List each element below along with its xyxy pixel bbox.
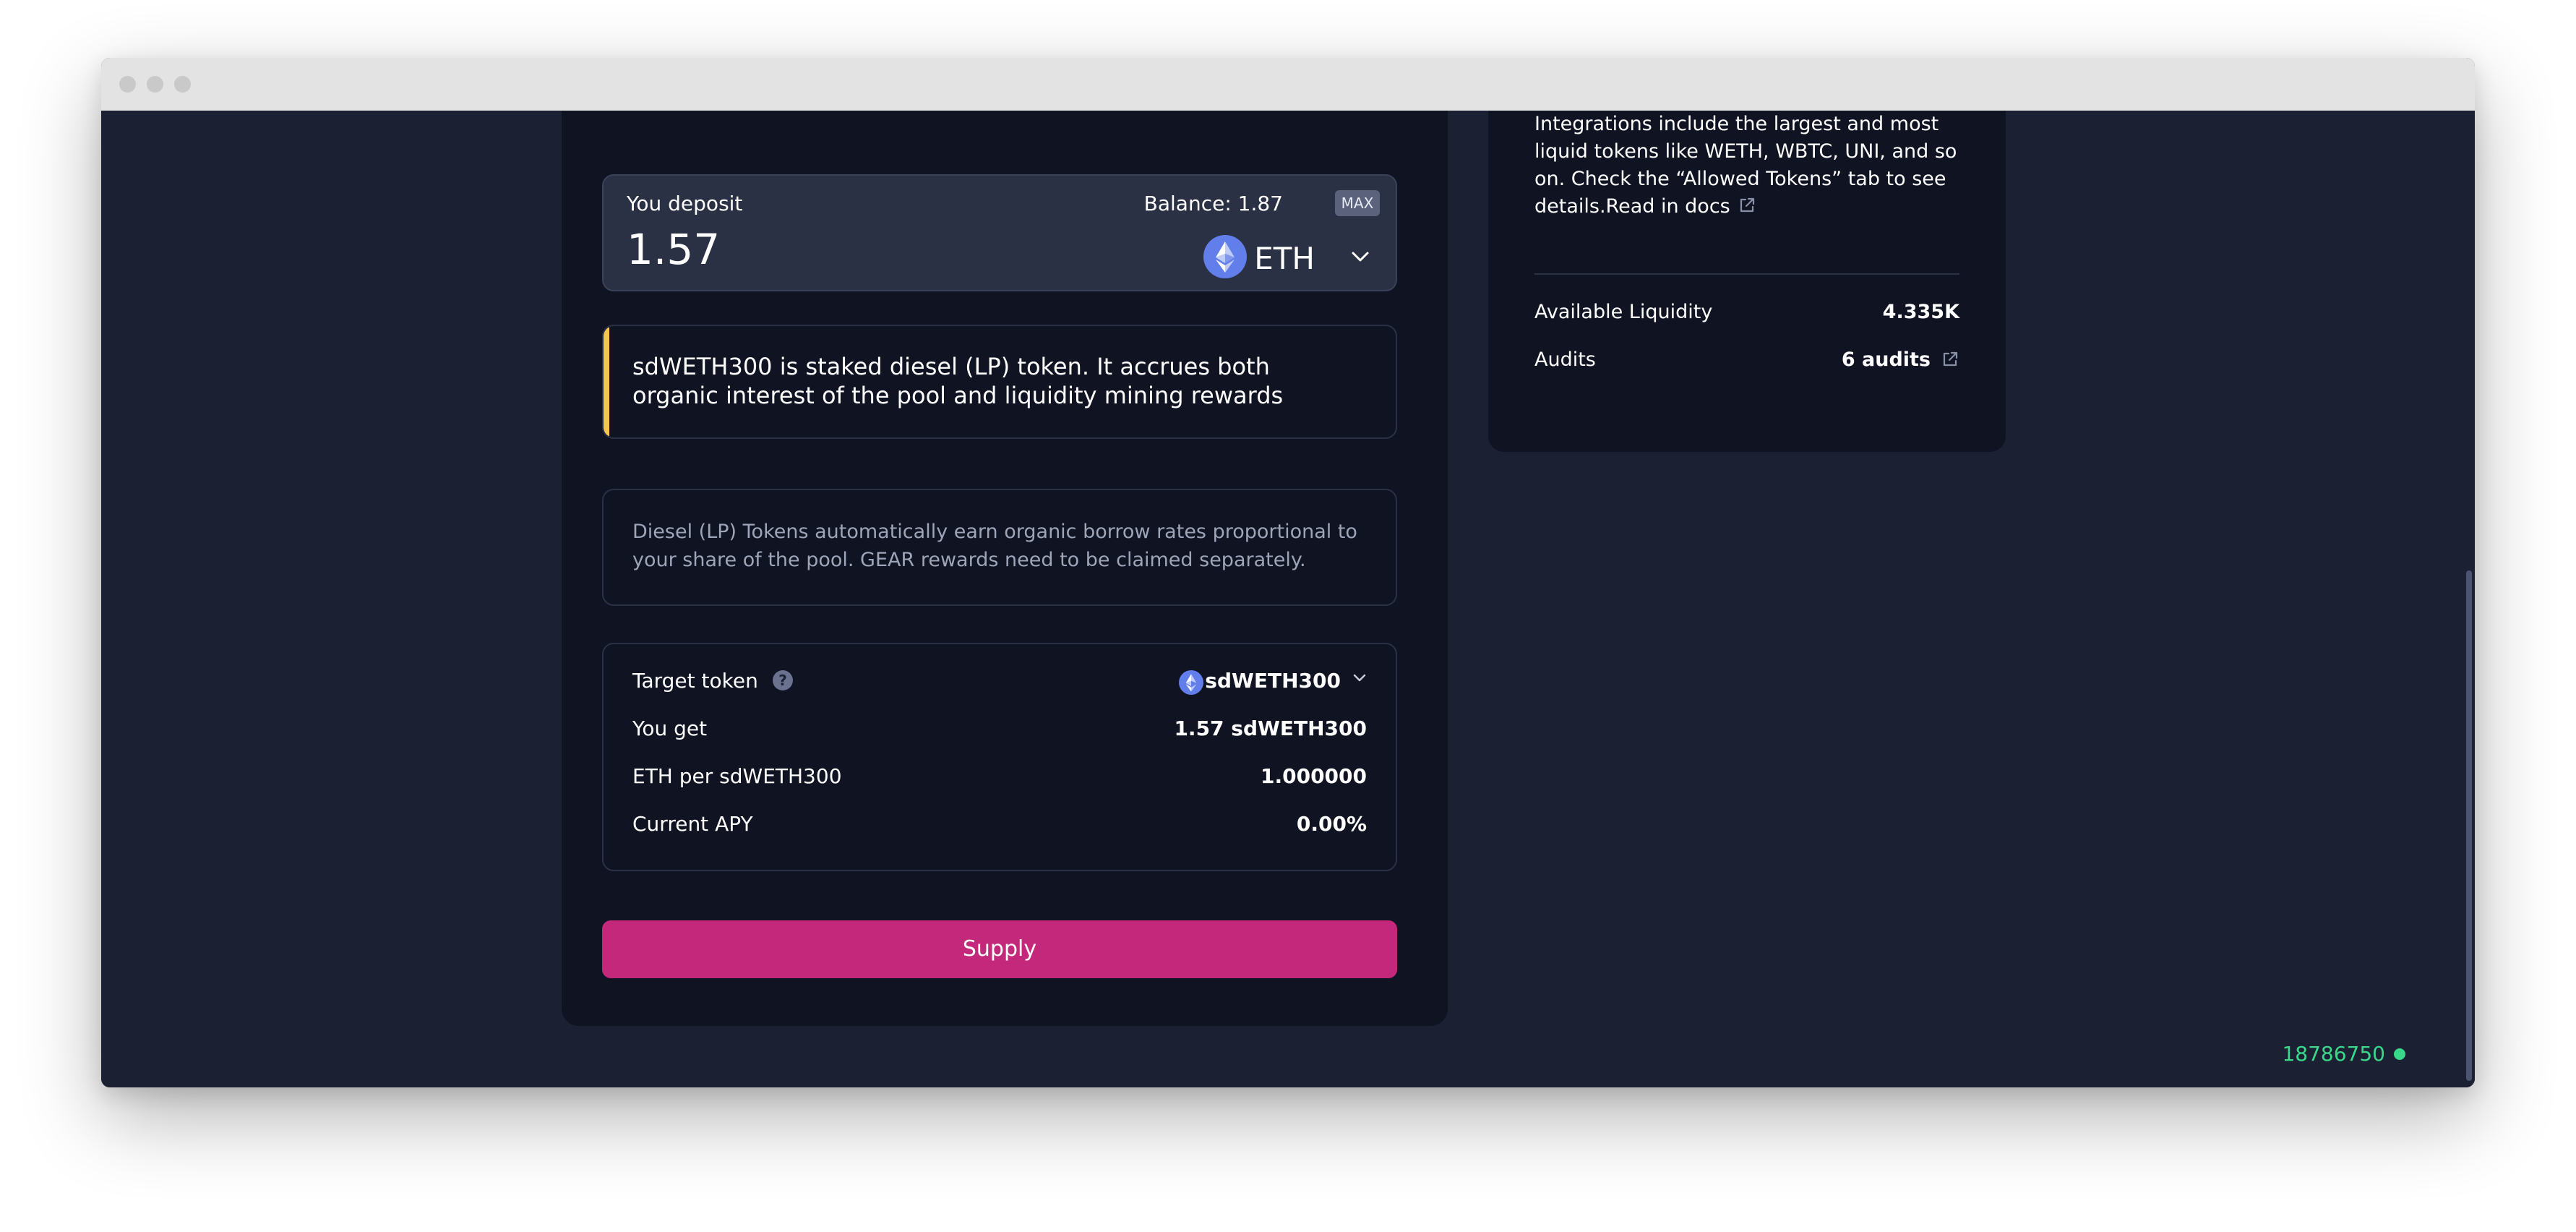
liquidity-label: Available Liquidity <box>1534 301 1713 323</box>
notice-text: sdWETH300 is staked diesel (LP) token. I… <box>632 353 1284 409</box>
supply-button[interactable]: Supply <box>602 920 1397 978</box>
target-token-row: Target token ? sdWETH300 <box>632 669 1367 698</box>
page-scrollbar[interactable] <box>2466 570 2472 1081</box>
external-link-icon[interactable] <box>1941 350 1959 369</box>
deposit-token-select[interactable]: ETH <box>1196 235 1370 280</box>
page-viewport: You deposit Balance: 1.87 MAX 1.57 ETH s… <box>101 111 2475 1087</box>
help-icon[interactable]: ? <box>772 670 794 691</box>
browser-window: You deposit Balance: 1.87 MAX 1.57 ETH s… <box>101 58 2475 1087</box>
window-titlebar <box>101 58 2475 111</box>
pool-info-card: Integrations include the largest and mos… <box>1488 111 2006 452</box>
supply-card: You deposit Balance: 1.87 MAX 1.57 ETH s… <box>562 111 1448 1026</box>
target-token-label-wrap: Target token ? <box>632 669 794 693</box>
notice-accent-bar <box>604 326 609 437</box>
ethereum-icon <box>1203 235 1247 278</box>
apy-row: Current APY 0.00% <box>632 812 1367 841</box>
supply-details: Target token ? sdWETH300 You get 1.57 sd… <box>602 643 1397 871</box>
audits-row: Audits 6 audits <box>1534 348 1959 377</box>
audits-link[interactable]: 6 audits <box>1842 348 1959 371</box>
rate-value: 1.000000 <box>1260 764 1367 788</box>
status-dot-icon <box>2394 1048 2405 1060</box>
integrations-text-block: Integrations include the largest and mos… <box>1534 111 1961 221</box>
rate-row: ETH per sdWETH300 1.000000 <box>632 764 1367 793</box>
you-get-value: 1.57 sdWETH300 <box>1174 716 1367 740</box>
diesel-info-text: Diesel (LP) Tokens automatically earn or… <box>632 521 1357 571</box>
rate-label: ETH per sdWETH300 <box>632 764 842 788</box>
block-number: 18786750 <box>2282 1042 2385 1066</box>
ethereum-icon <box>1179 670 1203 695</box>
you-get-label: You get <box>632 716 708 740</box>
chevron-down-icon <box>1352 252 1369 262</box>
maximize-window-dot[interactable] <box>174 76 191 93</box>
deposit-panel: You deposit Balance: 1.87 MAX 1.57 ETH <box>602 174 1397 291</box>
apy-value: 0.00% <box>1296 812 1367 836</box>
svg-text:?: ? <box>778 672 787 689</box>
you-get-row: You get 1.57 sdWETH300 <box>632 716 1367 745</box>
target-token-select[interactable]: sdWETH300 <box>1179 669 1367 698</box>
close-window-dot[interactable] <box>119 76 136 93</box>
sdtoken-notice: sdWETH300 is staked diesel (LP) token. I… <box>602 325 1397 439</box>
external-link-icon[interactable] <box>1738 196 1756 215</box>
deposit-amount-input[interactable]: 1.57 <box>627 225 720 274</box>
apy-label: Current APY <box>632 812 753 836</box>
block-number-indicator: 18786750 <box>2282 1042 2405 1066</box>
deposit-label: You deposit <box>627 192 743 215</box>
minimize-window-dot[interactable] <box>147 76 163 93</box>
liquidity-value: 4.335K <box>1882 301 1959 323</box>
audits-value: 6 audits <box>1841 348 1931 371</box>
target-token-value: sdWETH300 <box>1205 669 1341 693</box>
max-button[interactable]: MAX <box>1335 190 1380 216</box>
balance-text: Balance: 1.87 <box>1143 192 1283 215</box>
audits-label: Audits <box>1534 348 1596 371</box>
chevron-down-icon <box>1353 674 1366 682</box>
side-divider <box>1534 273 1959 275</box>
read-docs-link[interactable]: Read in docs <box>1606 195 1730 218</box>
liquidity-row: Available Liquidity 4.335K <box>1534 301 1959 330</box>
target-token-label: Target token <box>632 669 758 693</box>
diesel-info-box: Diesel (LP) Tokens automatically earn or… <box>602 489 1397 606</box>
deposit-token-label: ETH <box>1254 241 1315 276</box>
